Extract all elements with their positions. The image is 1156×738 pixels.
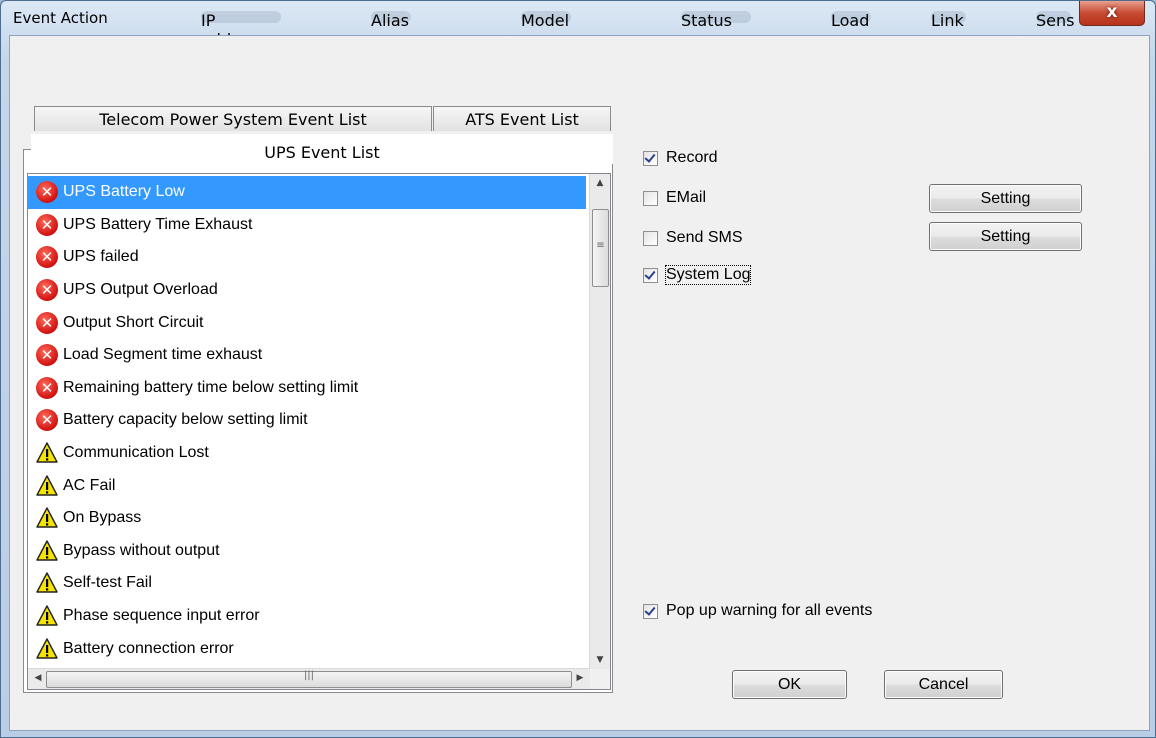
- system-log-label: System Log: [664, 265, 752, 285]
- list-item-label: UPS Battery Low: [61, 182, 187, 203]
- scrollbar-corner: [590, 669, 610, 689]
- close-icon: x: [1106, 2, 1118, 22]
- email-setting-button[interactable]: Setting: [929, 184, 1082, 213]
- list-item-label: Battery connection error: [63, 639, 234, 657]
- vertical-scroll-thumb[interactable]: ≡: [592, 209, 609, 287]
- warning-icon: [36, 507, 58, 529]
- list-item[interactable]: AC Fail: [28, 469, 586, 502]
- close-button[interactable]: x: [1079, 1, 1145, 26]
- ghost-column-header: Status: [681, 11, 751, 30]
- list-item[interactable]: ✕ Remaining battery time below setting li…: [28, 372, 586, 405]
- list-item[interactable]: Self-test Fail: [28, 567, 586, 600]
- sms-checkbox[interactable]: [643, 230, 658, 246]
- event-list: ✕ UPS Battery Low ✕ UPS Battery Time Exhaus…: [28, 176, 586, 665]
- list-item-label: Self-test Fail: [63, 574, 152, 592]
- list-item-label: Phase sequence input error: [63, 607, 260, 625]
- record-checkbox[interactable]: [643, 150, 658, 166]
- popup-warning-label: Pop up warning for all events: [666, 602, 873, 619]
- list-item-label: Bypass without output: [63, 541, 220, 559]
- system-log-checkbox-row[interactable]: System Log: [643, 265, 752, 285]
- popup-warning-checkbox[interactable]: [643, 603, 658, 619]
- sms-checkbox-row[interactable]: Send SMS: [643, 229, 742, 247]
- scroll-left-icon[interactable]: ◀: [28, 669, 48, 687]
- tab-ats-event-list[interactable]: ATS Event List: [433, 106, 611, 131]
- list-item[interactable]: Communication Lost: [28, 437, 586, 470]
- list-item[interactable]: ✕ UPS Battery Low: [28, 176, 586, 209]
- email-checkbox-row[interactable]: EMail: [643, 189, 706, 207]
- list-item-label: On Bypass: [63, 509, 142, 527]
- popup-warning-checkbox-row[interactable]: Pop up warning for all events: [643, 602, 872, 620]
- list-item-label: Battery capacity below setting limit: [63, 411, 308, 429]
- record-checkbox-row[interactable]: Record: [643, 149, 718, 167]
- error-icon: ✕: [36, 376, 58, 399]
- error-icon: ✕: [36, 311, 58, 334]
- email-checkbox[interactable]: [643, 190, 658, 206]
- cancel-button[interactable]: Cancel: [884, 670, 1003, 699]
- scroll-down-icon[interactable]: ▼: [590, 651, 610, 669]
- vertical-scrollbar[interactable]: ▲ ≡ ▼: [589, 174, 610, 669]
- list-item[interactable]: ✕ UPS failed: [28, 241, 586, 274]
- ghost-column-header: Alias: [371, 11, 411, 30]
- ghost-column-header: Link: [931, 11, 966, 30]
- list-item[interactable]: ✕ UPS Output Overload: [28, 274, 586, 307]
- ghost-column-header: IP address: [201, 11, 281, 49]
- list-item[interactable]: Bypass without output: [28, 535, 586, 568]
- warning-icon: [36, 540, 58, 562]
- list-item[interactable]: ✕ Battery capacity below setting limit: [28, 404, 586, 437]
- ok-button[interactable]: OK: [732, 670, 847, 699]
- list-item-label: UPS failed: [63, 248, 139, 266]
- list-item-label: Remaining battery time below setting lim…: [63, 378, 359, 396]
- warning-icon: [36, 442, 58, 464]
- list-item-label: Output Short Circuit: [63, 313, 204, 331]
- sms-setting-button[interactable]: Setting: [929, 222, 1082, 251]
- list-item-label: UPS Output Overload: [63, 281, 218, 299]
- list-item-label: AC Fail: [63, 476, 116, 494]
- warning-icon: [36, 605, 58, 627]
- scroll-up-icon[interactable]: ▲: [590, 174, 610, 192]
- error-icon: ✕: [36, 246, 58, 269]
- window-title: Event Action: [13, 9, 108, 27]
- error-icon: ✕: [36, 279, 58, 302]
- error-icon: ✕: [36, 213, 58, 236]
- warning-icon: [36, 474, 58, 497]
- list-item[interactable]: On Bypass: [28, 502, 586, 535]
- list-item-label: Load Segment time exhaust: [63, 346, 263, 364]
- sms-label: Send SMS: [666, 229, 743, 246]
- warning-icon: [36, 637, 58, 660]
- scroll-right-icon[interactable]: ▶: [570, 669, 590, 687]
- list-item[interactable]: ✕ Load Segment time exhaust: [28, 339, 586, 372]
- record-label: Record: [666, 149, 718, 166]
- error-icon: ✕: [36, 181, 58, 204]
- list-item-label: Communication Lost: [63, 444, 209, 462]
- error-icon: ✕: [36, 409, 58, 432]
- horizontal-scrollbar[interactable]: ◀ ||| ▶: [28, 668, 590, 689]
- event-action-window: IP address Alias Model Status Load Link …: [0, 0, 1156, 738]
- tab-telecom-power-system-event-list[interactable]: Telecom Power System Event List: [34, 106, 432, 131]
- event-listbox[interactable]: ✕ UPS Battery Low ✕ UPS Battery Time Exhaus…: [27, 173, 611, 690]
- ghost-column-header: Load: [831, 11, 871, 30]
- ghost-column-header: Sens: [1036, 11, 1075, 30]
- ghost-column-header: Model: [521, 11, 571, 30]
- list-item[interactable]: ✕ Output Short Circuit: [28, 306, 586, 339]
- title-bar[interactable]: IP address Alias Model Status Load Link …: [1, 1, 1155, 49]
- list-item-label: UPS Battery Time Exhaust: [63, 215, 253, 233]
- error-icon: ✕: [36, 344, 58, 367]
- warning-icon: [36, 572, 58, 594]
- email-label: EMail: [666, 189, 707, 206]
- list-item[interactable]: ✕ UPS Battery Time Exhaust: [28, 209, 586, 242]
- list-item[interactable]: Phase sequence input error: [28, 600, 586, 633]
- tab-ups-event-list[interactable]: UPS Event List: [31, 134, 613, 164]
- list-item[interactable]: Battery connection error: [28, 632, 586, 665]
- horizontal-scroll-thumb[interactable]: |||: [46, 670, 572, 688]
- system-log-checkbox[interactable]: [643, 267, 658, 283]
